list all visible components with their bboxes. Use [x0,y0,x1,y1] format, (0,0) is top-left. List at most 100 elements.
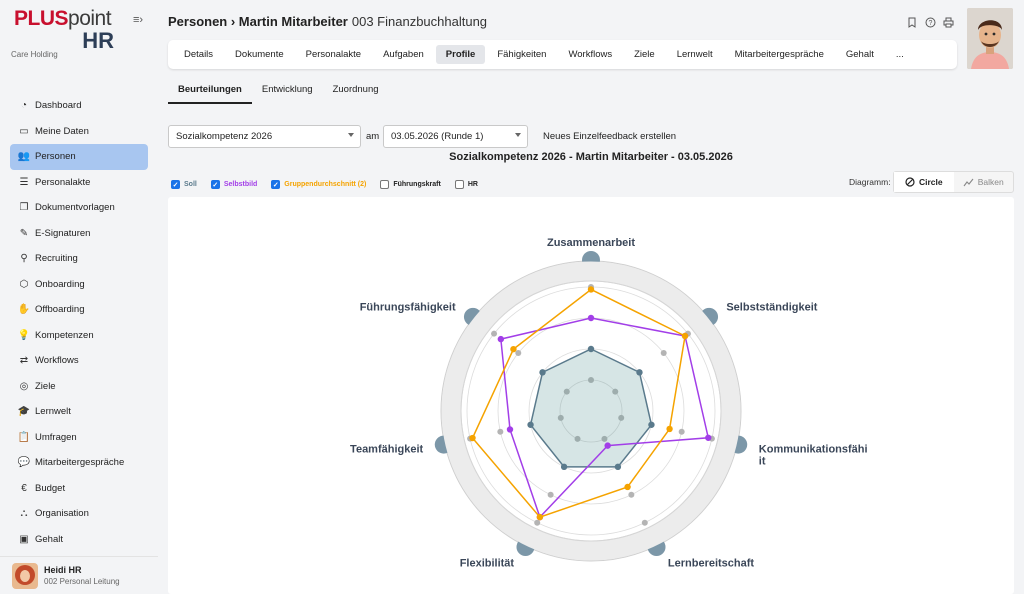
subtab-beurteilungen[interactable]: Beurteilungen [168,84,252,104]
legend-checkbox[interactable]: ✓ [210,180,220,189]
tab-personalakte[interactable]: Personalakte [296,45,371,64]
tab-aufgaben[interactable]: Aufgaben [373,45,434,64]
tab-workflows[interactable]: Workflows [558,45,622,64]
workflow-icon: ⇄ [19,355,29,367]
sidebar-item-meine-daten[interactable]: ▭ Meine Daten [10,119,148,145]
axis-label: Führungsfähigkeit [360,301,456,313]
radar-chart: Zusammenarbeit Selbstständigkeit Kommunika… [350,237,868,569]
avatar [12,562,38,589]
tab-fähigkeiten[interactable]: Fähigkeiten [487,45,556,64]
print-icon[interactable] [942,16,954,28]
collapse-sidebar-icon[interactable]: ≡› [133,14,143,26]
organization-name: Care Holding [11,50,58,59]
breadcrumb: Personen › Martin Mitarbeiter [168,14,348,29]
assessment-select[interactable]: Sozialkompetenz 2026 [168,125,361,148]
brand-logo[interactable]: PLUSpoint HR [14,8,114,52]
axis-label-line: Kommunikationsfähi [759,443,868,455]
grid-dot [497,428,504,435]
legend-label: Führungskraft [393,181,441,188]
tab--[interactable]: ... [886,45,914,64]
page-title: Personen › Martin Mitarbeiter 003 Finanzb… [168,14,487,29]
legend-checkbox[interactable] [454,180,464,189]
grid-dot [641,519,648,526]
grid-dot [534,519,541,526]
legend-item[interactable]: HR [454,180,478,189]
pen-icon: ✎ [19,227,29,239]
sidebar-item-dokumentvorlagen[interactable]: ❐ Dokumentvorlagen [10,195,148,221]
sidebar-item-kompetenzen[interactable]: 💡 Kompetenzen [10,323,148,349]
sidebar-item-gehalt[interactable]: ▣ Gehalt [10,527,148,553]
employee-photo [967,8,1013,69]
tab-gehalt[interactable]: Gehalt [836,45,884,64]
sidebar-item-recruiting[interactable]: ⚲ Recruiting [10,246,148,272]
search-people-icon: ⚲ [20,253,28,265]
sidebar-item-budget[interactable]: € Budget [10,476,148,502]
current-user[interactable]: Heidi HR 002 Personal Leitung [0,556,158,594]
sidebar-nav: ◔ Dashboard ▭ Meine Daten 👥 Personen ☰ Personal… [10,93,148,552]
chevron-down-icon [348,133,354,137]
series-point [587,314,595,322]
subtab-entwicklung[interactable]: Entwicklung [252,84,323,104]
sidebar-item-lernwelt[interactable]: 🎓 Lernwelt [10,399,148,425]
sidebar-item-dashboard[interactable]: ◔ Dashboard [10,93,148,119]
new-feedback-link[interactable]: Neues Einzelfeedback erstellen [543,131,676,142]
circle-diagram-button[interactable]: Circle [894,172,954,192]
sidebar-item-label: Dokumentvorlagen [35,202,115,214]
tab-ziele[interactable]: Ziele [624,45,665,64]
sidebar-item-personalakte[interactable]: ☰ Personalakte [10,170,148,196]
date-select[interactable]: 03.05.2026 (Runde 1) [383,125,528,148]
sidebar-item-personen[interactable]: 👥 Personen [10,144,148,170]
tab-dokumente[interactable]: Dokumente [225,45,294,64]
bars-label: Balken [977,177,1004,187]
sidebar-item-ziele[interactable]: ◎ Ziele [10,374,148,400]
money-icon: ▣ [19,533,29,545]
legend-checkbox[interactable]: ✓ [271,180,281,189]
legend-item[interactable]: Führungskraft [380,180,441,189]
series-point [497,335,505,343]
sidebar-item-umfragen[interactable]: 📋 Umfragen [10,425,148,451]
gauge-icon: ◔ [20,100,28,112]
axis-label-line: Flexibilität [460,557,515,569]
am-label: am [366,131,380,142]
people-icon: 👥 [17,151,31,163]
axis-label-line: Zusammenarbeit [547,237,635,249]
sidebar-item-organisation[interactable]: ⛬ Organisation [10,501,148,527]
sidebar-item-label: Lernwelt [35,406,71,418]
tab-details[interactable]: Details [174,45,223,64]
bulb-icon: 💡 [17,329,31,341]
sidebar-item-workflows[interactable]: ⇄ Workflows [10,348,148,374]
series-point [681,332,689,340]
legend-label: Gruppendurchschnitt (2) [284,181,367,188]
legend-item[interactable]: ✓ Selbstbild [210,180,257,189]
sidebar-item-label: Ziele [35,380,56,392]
series-point [510,345,517,353]
department-label: 003 Finanzbuchhaltung [351,14,488,29]
brand-text-hr: HR [82,28,114,53]
bookmark-icon[interactable] [906,16,918,28]
sidebar-item-e-signaturen[interactable]: ✎ E-Signaturen [10,221,148,247]
subtab-zuordnung[interactable]: Zuordnung [323,84,389,104]
grid-dot [678,428,685,435]
grid-dot [660,350,667,357]
help-icon[interactable]: ? [924,16,936,28]
legend-item[interactable]: ✓ Gruppendurchschnitt (2) [271,180,366,189]
documents-icon: ❐ [19,202,29,214]
series-point [469,434,476,442]
tab-profile[interactable]: Profile [435,45,486,64]
sidebar-item-onboarding[interactable]: ⬡ Onboarding [10,272,148,298]
axis-label-line: it [759,455,766,467]
org-chart-icon: ⛬ [20,508,28,520]
svg-text:?: ? [928,20,932,27]
sidebar-item-label: Umfragen [35,431,77,443]
legend-checkbox[interactable]: ✓ [171,180,180,189]
legend-item[interactable]: ✓ Soll [171,180,197,189]
legend-checkbox[interactable] [380,180,390,189]
grid-dot [628,491,635,498]
tab-mitarbeitergespräche[interactable]: Mitarbeitergespräche [725,45,834,64]
sidebar-item-offboarding[interactable]: ✋ Offboarding [10,297,148,323]
sidebar-item-label: Organisation [35,508,89,520]
axis-label: Selbstständigkeit [726,301,817,313]
tab-lernwelt[interactable]: Lernwelt [667,45,723,64]
bar-diagram-button[interactable]: Balken [954,172,1014,192]
sidebar-item-mitarbeitergespräche[interactable]: 💬 Mitarbeitergespräche [10,450,148,476]
